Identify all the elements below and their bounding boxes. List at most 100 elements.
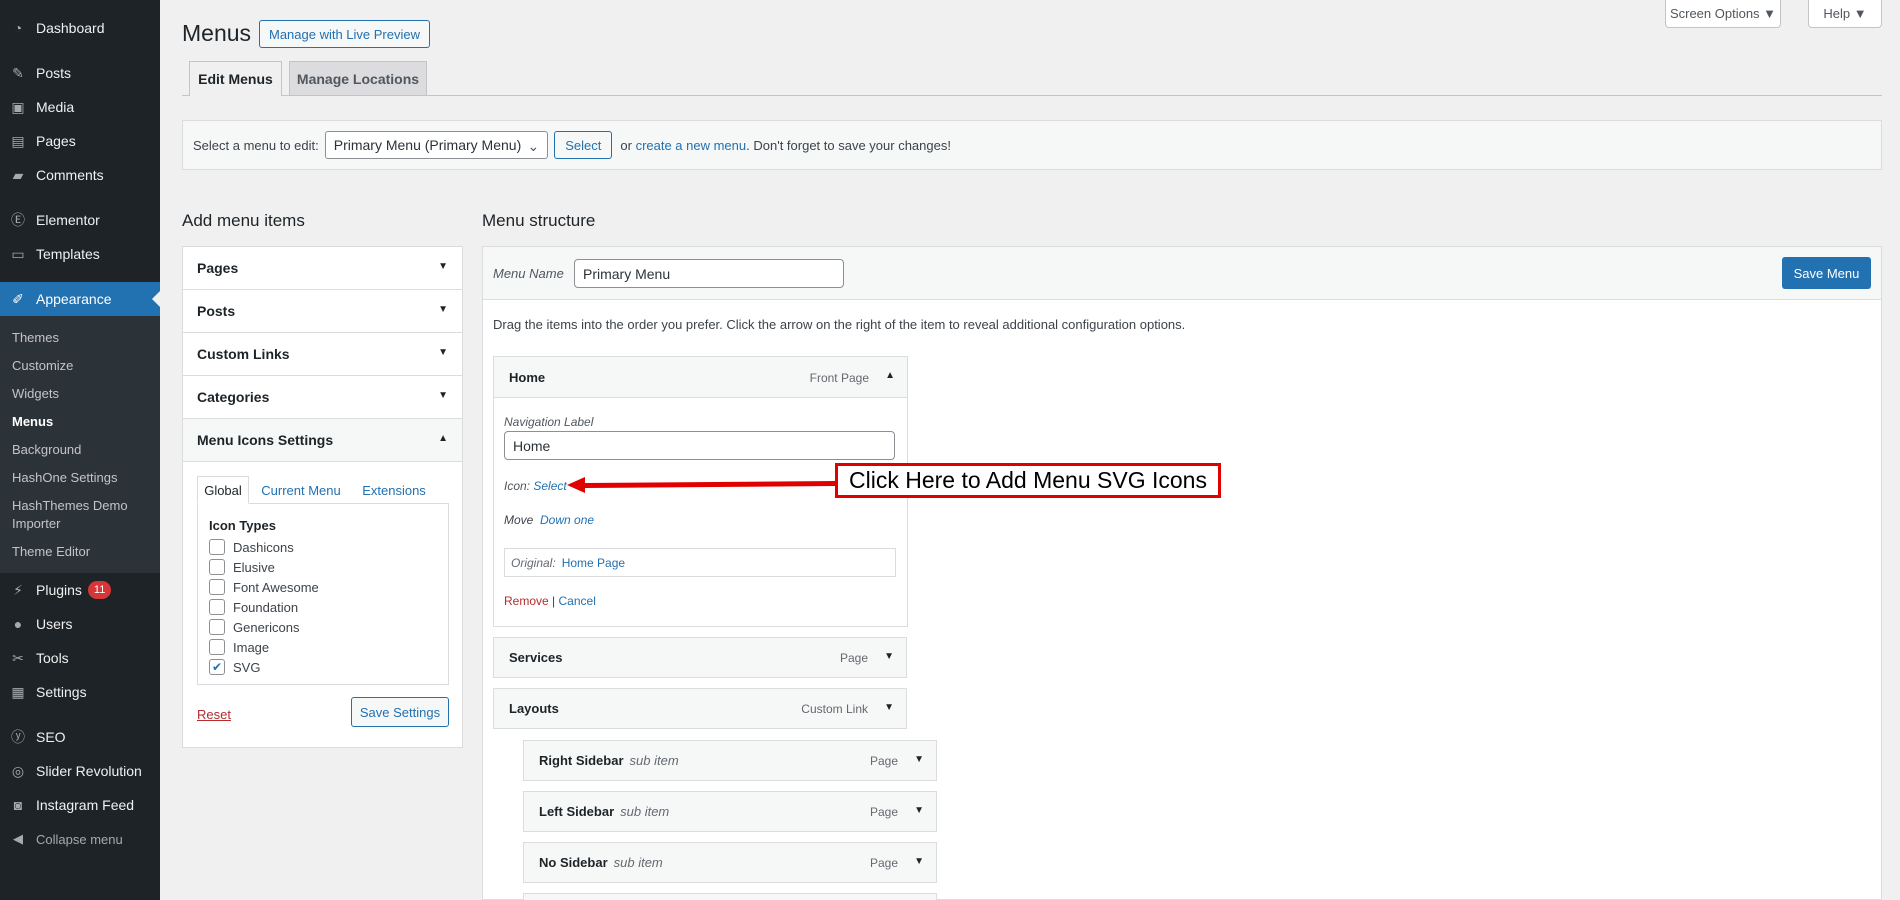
collapse-menu-button[interactable]: ◀ Collapse menu	[0, 822, 160, 856]
sidebar-item-users[interactable]: ● Users	[0, 607, 160, 641]
sidebar-item-comments[interactable]: ▰ Comments	[0, 158, 160, 192]
menu-item-title: Home	[509, 370, 546, 385]
triangle-down-icon[interactable]: ▼	[884, 702, 894, 713]
submenu-widgets[interactable]: Widgets	[12, 385, 152, 403]
sidebar-item-media[interactable]: ▣ Media	[0, 90, 160, 124]
menu-item-no-sidebar[interactable]: No Sidebar sub item Page ▼	[523, 842, 937, 883]
admin-sidebar: ◔ Dashboard ✎ Posts ▣ Media ▤ Pages ▰ Comment…	[0, 0, 160, 900]
slider-revolution-icon: ◎	[11, 762, 25, 779]
submenu-hashone-settings[interactable]: HashOne Settings	[12, 469, 152, 487]
sidebar-item-appearance[interactable]: ✐ Appearance	[0, 282, 160, 316]
help-button[interactable]: Help ▼	[1808, 0, 1882, 28]
menu-name-label: Menu Name	[493, 266, 564, 281]
sidebar-item-slider-revolution[interactable]: ◎ Slider Revolution	[0, 754, 160, 788]
annotation-arrow-icon	[567, 477, 835, 493]
icon-row: Icon: Select	[504, 479, 567, 493]
triangle-down-icon[interactable]: ▼	[884, 651, 894, 662]
submenu-theme-editor[interactable]: Theme Editor	[12, 543, 152, 561]
accordion-menu-icons-settings[interactable]: Menu Icons Settings ▲	[183, 419, 462, 462]
cancel-link[interactable]: Cancel	[559, 594, 596, 608]
sidebar-item-instagram-feed[interactable]: ◙ Instagram Feed	[0, 788, 160, 822]
dashboard-icon: ◔	[13, 20, 23, 36]
sidebar-item-dashboard[interactable]: ◔ Dashboard	[0, 11, 160, 45]
triangle-down-icon[interactable]: ▼	[914, 805, 924, 816]
accordion-categories[interactable]: Categories ▼	[183, 376, 462, 419]
remove-link[interactable]: Remove	[504, 594, 549, 608]
triangle-down-icon[interactable]: ▼	[914, 754, 924, 765]
tab-global[interactable]: Global	[197, 476, 249, 504]
triangle-up-icon[interactable]: ▲	[885, 370, 895, 381]
pages-icon: ▤	[11, 132, 25, 149]
comments-icon: ▰	[12, 166, 24, 183]
navigation-label-caption: Navigation Label	[504, 415, 594, 429]
add-menu-items-accordion: Pages ▼ Posts ▼ Custom Links ▼ Categories ▼ …	[182, 246, 463, 748]
move-row: Move Down one	[504, 513, 595, 527]
menu-item-right-sidebar[interactable]: Right Sidebar sub item Page ▼	[523, 740, 937, 781]
tab-extensions[interactable]: Extensions	[351, 476, 437, 504]
navigation-label-input[interactable]: Home	[504, 431, 895, 460]
elementor-icon: Ⓔ	[11, 212, 25, 228]
triangle-down-icon[interactable]: ▼	[914, 856, 924, 867]
checkbox-image[interactable]: Image	[209, 639, 269, 655]
icon-types-box: Icon Types Dashicons Elusive Font Awesom…	[197, 503, 449, 685]
accordion-custom-links[interactable]: Custom Links ▼	[183, 333, 462, 376]
menu-name-input[interactable]: Primary Menu	[574, 259, 844, 288]
sidebar-item-elementor[interactable]: Ⓔ Elementor	[0, 203, 160, 237]
move-down-one-link[interactable]: Down one	[540, 513, 594, 527]
tab-edit-menus[interactable]: Edit Menus	[189, 61, 282, 96]
menu-item-services[interactable]: Services Page ▼	[493, 637, 907, 678]
menu-item-type: Front Page	[809, 371, 869, 385]
accordion-posts[interactable]: Posts ▼	[183, 290, 462, 333]
submenu-menus[interactable]: Menus	[12, 413, 152, 431]
menu-select-dropdown[interactable]: Primary Menu (Primary Menu) ⌄	[324, 131, 549, 159]
save-settings-button[interactable]: Save Settings	[351, 697, 449, 727]
checkbox-genericons[interactable]: Genericons	[209, 619, 299, 635]
check-icon[interactable]: ✔	[209, 659, 225, 675]
triangle-down-icon: ▼	[438, 390, 448, 401]
menu-structure-heading: Menu structure	[482, 211, 596, 230]
screen-options-button[interactable]: Screen Options ▼	[1665, 0, 1781, 28]
sidebar-item-pages[interactable]: ▤ Pages	[0, 124, 160, 158]
sidebar-item-posts[interactable]: ✎ Posts	[0, 56, 160, 90]
icon-types-label: Icon Types	[209, 518, 276, 533]
triangle-down-icon: ▼	[438, 261, 448, 272]
menu-item-home-header[interactable]: Home Front Page ▲	[494, 357, 907, 398]
checkbox-svg[interactable]: ✔ SVG	[209, 659, 260, 675]
submenu-themes[interactable]: Themes	[12, 329, 152, 347]
yoast-icon: ⓨ	[11, 729, 25, 745]
drag-instructions: Drag the items into the order you prefer…	[493, 317, 1186, 332]
menu-header: Menu Name Primary Menu Save Menu	[483, 247, 1881, 300]
tab-manage-locations[interactable]: Manage Locations	[289, 61, 427, 95]
create-new-menu-link[interactable]: create a new menu	[636, 138, 747, 153]
folder-icon: ▭	[11, 245, 25, 262]
reset-link[interactable]: Reset	[197, 707, 231, 722]
original-home-page-link[interactable]: Home Page	[562, 556, 625, 570]
checkbox-dashicons[interactable]: Dashicons	[209, 539, 294, 555]
sidebar-item-seo[interactable]: ⓨ SEO	[0, 720, 160, 754]
menu-item-left-sidebar[interactable]: Left Sidebar sub item Page ▼	[523, 791, 937, 832]
sidebar-item-settings[interactable]: ▦ Settings	[0, 675, 160, 709]
sidebar-item-tools[interactable]: ✂ Tools	[0, 641, 160, 675]
tab-current-menu[interactable]: Current Menu	[253, 476, 349, 504]
checkbox-font-awesome[interactable]: Font Awesome	[209, 579, 319, 595]
menu-item-layouts[interactable]: Layouts Custom Link ▼	[493, 688, 907, 729]
sidebar-item-plugins[interactable]: ⚡ Plugins 11	[0, 573, 160, 607]
wrench-icon: ✂	[12, 649, 24, 666]
triangle-down-icon: ▼	[438, 347, 448, 358]
icon-select-link[interactable]: Select	[533, 479, 566, 493]
plugins-update-badge: 11	[87, 581, 112, 599]
checkbox-elusive[interactable]: Elusive	[209, 559, 275, 575]
accordion-pages[interactable]: Pages ▼	[183, 247, 462, 290]
submenu-customize[interactable]: Customize	[12, 357, 152, 375]
submenu-hashthemes-demo-importer[interactable]: HashThemes Demo Importer	[12, 497, 152, 533]
select-menu-button[interactable]: Select	[554, 131, 613, 159]
camera-icon: ◙	[13, 797, 23, 813]
checkbox-foundation[interactable]: Foundation	[209, 599, 298, 615]
save-menu-button[interactable]: Save Menu	[1782, 257, 1871, 289]
chevron-down-icon: ⌄	[527, 138, 540, 154]
page-title: Menus	[182, 20, 252, 46]
manage-live-preview-button[interactable]: Manage with Live Preview	[259, 20, 430, 48]
sidebar-item-templates[interactable]: ▭ Templates	[0, 237, 160, 271]
appearance-submenu: Themes Customize Widgets Menus Backgroun…	[0, 316, 160, 573]
submenu-background[interactable]: Background	[12, 441, 152, 459]
